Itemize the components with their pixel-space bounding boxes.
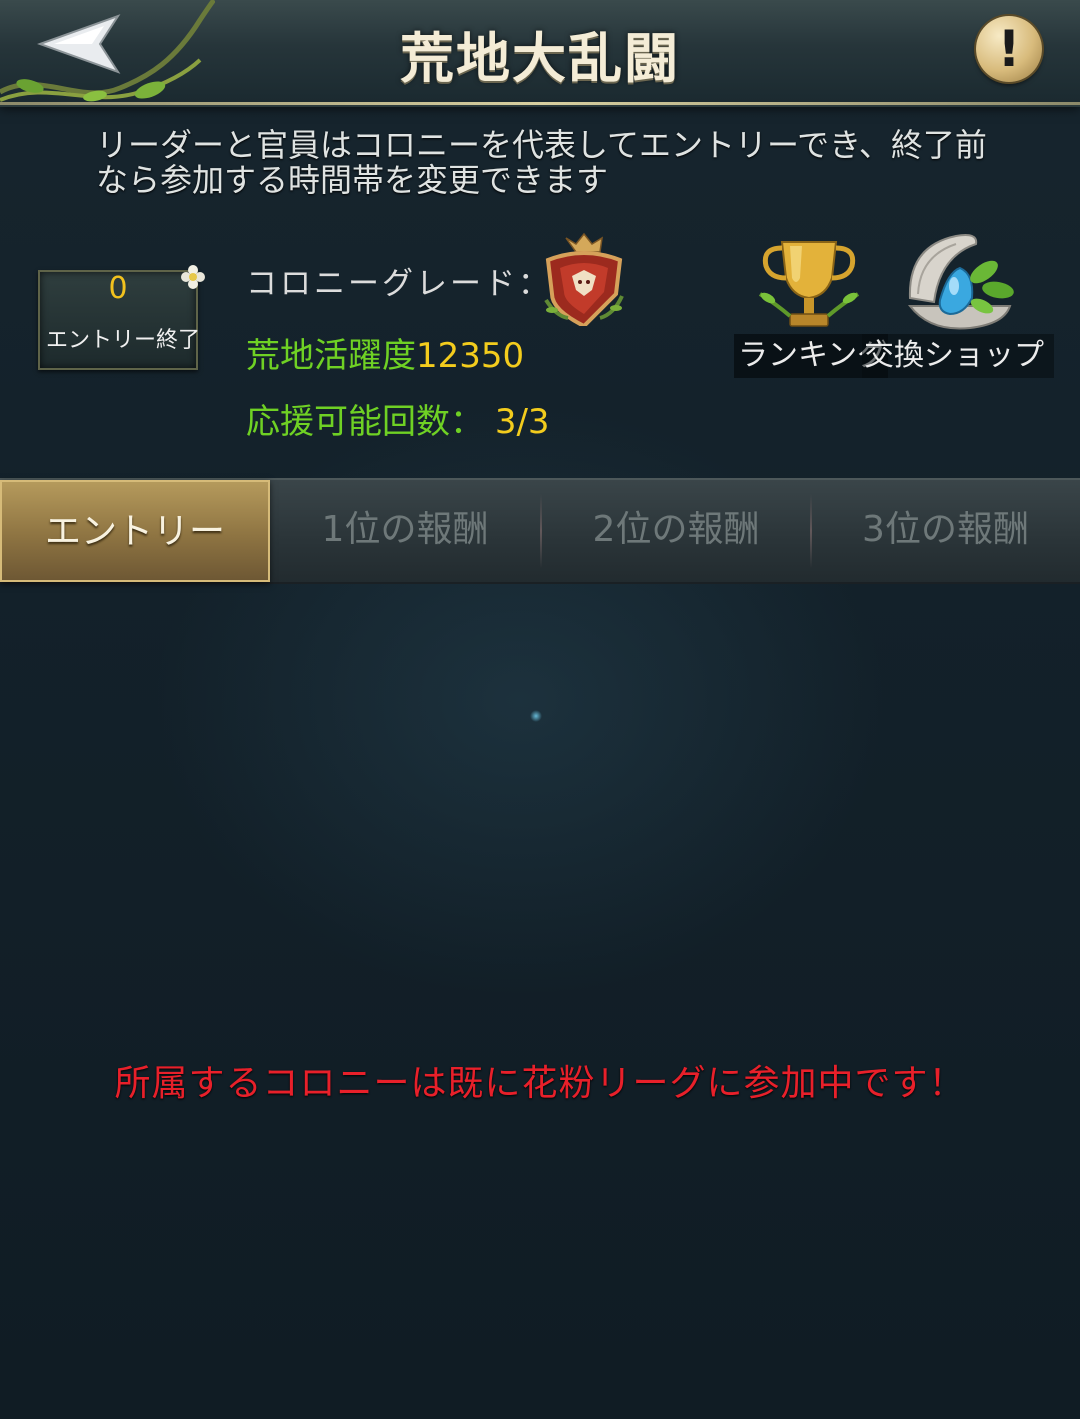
header-bar: 荒地大乱闘 !	[0, 0, 1080, 105]
tab-3rd-reward[interactable]: 3位の報酬	[811, 480, 1080, 582]
status-message: 所属するコロニーは既に花粉リーグに参加中です！	[114, 1063, 966, 1104]
event-description: リーダーと官員はコロニーを代表してエントリーでき、終了前なら参加する時間帯を変更…	[96, 126, 987, 199]
activity-label: 荒地活躍度	[246, 336, 416, 376]
info-button[interactable]: !	[976, 16, 1042, 82]
exclamation-icon: !	[997, 20, 1021, 78]
sparkle-decoration	[530, 710, 542, 722]
flower-icon	[181, 265, 205, 289]
entry-count: 0	[108, 271, 128, 306]
support-label: 応援可能回数：	[246, 402, 484, 442]
exchange-shop-label[interactable]: 交換ショップ	[862, 334, 1054, 378]
colony-grade-label: コロニーグレード：	[246, 266, 552, 302]
entry-status-label: エントリー終了	[45, 328, 200, 353]
activity-line: 荒地活躍度12350	[246, 328, 524, 377]
colony-grade-emblem-icon	[544, 232, 624, 326]
entry-status-box: 0 エントリー終了	[38, 270, 200, 370]
support-line: 応援可能回数： 3/3	[246, 394, 550, 443]
reward-tabs: エントリー 1位の報酬 2位の報酬 3位の報酬	[0, 478, 1080, 584]
tab-2nd-reward[interactable]: 2位の報酬	[541, 480, 811, 582]
ranking-button[interactable]	[754, 234, 864, 338]
tab-entry[interactable]: エントリー	[0, 480, 270, 582]
page: 荒地大乱闘 ! リーダーと官員はコロニーを代表してエントリーでき、終了前なら参加…	[0, 0, 1080, 1419]
tab-1st-reward[interactable]: 1位の報酬	[270, 480, 540, 582]
exchange-shop-button[interactable]	[900, 228, 1024, 338]
page-title: 荒地大乱闘	[400, 27, 680, 90]
support-value: 3/3	[494, 402, 550, 442]
activity-value: 12350	[416, 336, 525, 376]
